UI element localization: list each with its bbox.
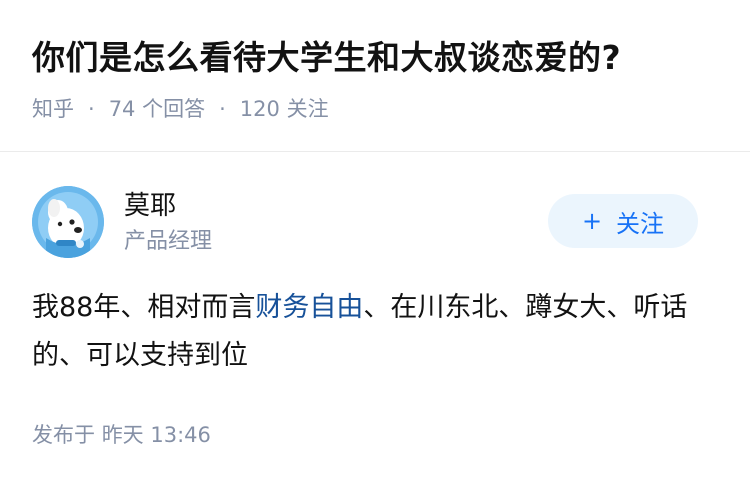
answer-text-before-link: 我88年、相对而言: [32, 292, 256, 323]
plus-icon: +: [581, 207, 603, 235]
publish-time[interactable]: 发布于 昨天 13:46: [32, 418, 211, 452]
answer-body: 我88年、相对而言财务自由、在川东北、蹲女大、听话的、可以支持到位: [32, 284, 718, 380]
author-name[interactable]: 莫耶: [124, 188, 176, 224]
question-header: 你们是怎么看待大学生和大叔谈恋爱的? 知乎 · 74 个回答 · 120 关注: [32, 30, 730, 124]
meta-separator: ·: [88, 97, 95, 121]
publish-timestamp: 昨天 13:46: [101, 423, 211, 447]
followers-count: 120: [239, 97, 280, 121]
follow-button[interactable]: + 关注: [548, 194, 698, 248]
section-divider: [0, 151, 750, 152]
followers-label: 关注: [286, 97, 329, 121]
source-label[interactable]: 知乎: [32, 97, 74, 121]
dog-avatar-icon[interactable]: [32, 186, 104, 258]
author-title: 产品经理: [124, 229, 213, 254]
publish-label: 发布于: [32, 423, 95, 447]
answers-count: 74: [108, 97, 136, 121]
question-meta: 知乎 · 74 个回答 · 120 关注: [32, 94, 730, 124]
financial-freedom-link[interactable]: 财务自由: [255, 292, 363, 323]
author-row: 莫耶 产品经理 + 关注: [32, 186, 698, 266]
question-title[interactable]: 你们是怎么看待大学生和大叔谈恋爱的?: [32, 30, 730, 86]
meta-separator: ·: [219, 97, 226, 121]
follow-label: 关注: [616, 209, 665, 238]
answers-label: 个回答: [142, 97, 206, 121]
